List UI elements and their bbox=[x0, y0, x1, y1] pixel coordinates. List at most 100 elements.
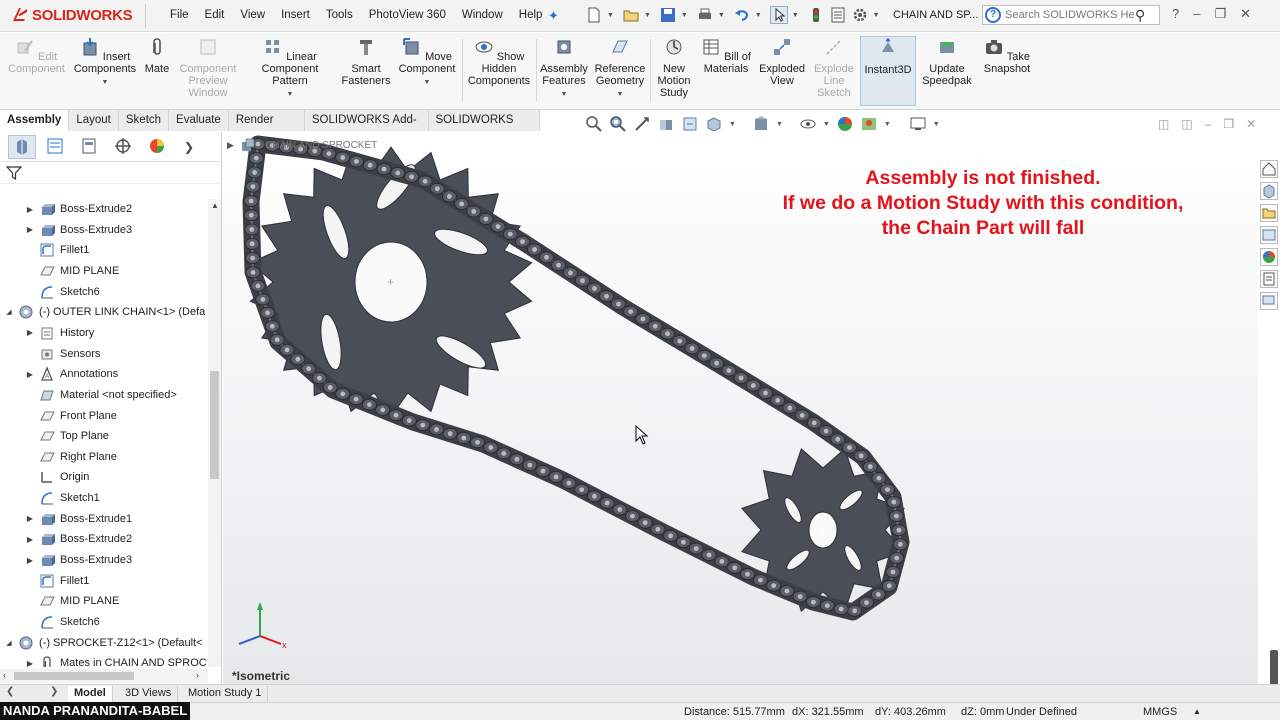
chevron-down-icon[interactable]: ▼ bbox=[873, 12, 880, 19]
print-icon[interactable] bbox=[696, 6, 714, 24]
view-settings-icon[interactable] bbox=[909, 115, 927, 133]
view-orientation-icon[interactable] bbox=[705, 115, 723, 133]
tree-item[interactable]: MID PLANE bbox=[25, 261, 119, 281]
tab-assembly[interactable]: Assembly bbox=[0, 110, 70, 131]
component-preview-window-button[interactable]: Component Preview Window bbox=[178, 37, 238, 99]
scroll-tabs-right-icon[interactable]: ❯ bbox=[50, 686, 58, 697]
show-hidden-components-button[interactable]: Show Hidden Components bbox=[466, 37, 532, 87]
expand-icon[interactable]: ▶ bbox=[25, 535, 35, 544]
rebuild-icon[interactable] bbox=[807, 6, 825, 24]
filter-icon[interactable] bbox=[6, 165, 22, 181]
close-icon[interactable]: ✕ bbox=[1240, 6, 1251, 22]
explode-line-sketch-button[interactable]: Explode Line Sketch bbox=[812, 37, 856, 99]
chevron-down-icon[interactable]: ▼ bbox=[644, 12, 651, 19]
search-input[interactable] bbox=[1005, 9, 1135, 21]
tree-item[interactable]: Sensors bbox=[25, 344, 100, 364]
task-pane-scroll-handle[interactable] bbox=[1270, 650, 1278, 686]
tree-item[interactable]: Fillet1 bbox=[25, 240, 89, 260]
previous-view-icon[interactable] bbox=[633, 115, 651, 133]
tree-item[interactable]: Right Plane bbox=[25, 447, 117, 467]
split-view-icon[interactable]: ◫ bbox=[1158, 117, 1169, 131]
tree-item[interactable]: ▶ Boss-Extrude1 bbox=[25, 509, 132, 529]
menu-photoview[interactable]: PhotoView 360 bbox=[361, 9, 454, 21]
options-gear-icon[interactable] bbox=[851, 6, 869, 24]
scroll-tabs-left-icon[interactable]: ❮ bbox=[6, 686, 14, 697]
menu-help[interactable]: Help bbox=[511, 9, 551, 21]
file-properties-icon[interactable] bbox=[829, 6, 847, 24]
viewport-minimize-icon[interactable]: – bbox=[1205, 117, 1212, 131]
tree-vertical-scrollbar[interactable]: ▲ bbox=[208, 199, 221, 667]
exploded-view-button[interactable]: Exploded View bbox=[756, 37, 808, 87]
select-arrow-icon[interactable] bbox=[769, 6, 788, 24]
reference-geometry-button[interactable]: Reference Geometry ▼ bbox=[592, 37, 648, 101]
tree-item[interactable]: ▶ Boss-Extrude2 bbox=[25, 529, 132, 549]
minimize-icon[interactable]: – bbox=[1193, 6, 1200, 22]
tree-item[interactable]: Origin bbox=[25, 467, 89, 487]
collapse-icon[interactable]: ◢ bbox=[4, 639, 14, 647]
expand-icon[interactable]: ▶ bbox=[25, 556, 35, 565]
menu-window[interactable]: Window bbox=[454, 9, 511, 21]
view-palette-icon[interactable] bbox=[1260, 226, 1278, 244]
display-manager-tab[interactable] bbox=[144, 135, 172, 159]
edit-component-button[interactable]: Edit Component bbox=[8, 37, 65, 75]
expand-icon[interactable]: ▶ bbox=[25, 328, 35, 337]
chevron-down-icon[interactable]: ▼ bbox=[933, 121, 940, 128]
menu-insert[interactable]: Insert bbox=[273, 9, 318, 21]
chevron-down-icon[interactable]: ▼ bbox=[884, 121, 891, 128]
move-component-button[interactable]: Move Component ▼ bbox=[396, 37, 458, 89]
hide-show-items-icon[interactable] bbox=[799, 115, 817, 133]
tree-item[interactable]: ▶ History bbox=[25, 323, 94, 343]
tree-item[interactable]: Top Plane bbox=[25, 426, 109, 446]
configuration-manager-tab[interactable] bbox=[76, 135, 104, 159]
expand-icon[interactable]: ▶ bbox=[25, 205, 35, 214]
viewport-restore-icon[interactable]: ❐ bbox=[1223, 117, 1234, 131]
smart-fasteners-button[interactable]: Smart Fasteners bbox=[340, 37, 392, 87]
tree-item[interactable]: ▶ Boss-Extrude3 bbox=[25, 550, 132, 570]
mate-button[interactable]: Mate bbox=[140, 37, 174, 75]
assembly-features-button[interactable]: Assembly Features ▼ bbox=[540, 37, 588, 101]
dynamic-annotation-icon[interactable] bbox=[681, 115, 699, 133]
chevron-down-icon[interactable]: ▼ bbox=[718, 12, 725, 19]
linear-component-pattern-button[interactable]: Linear Component Pattern ▼ bbox=[244, 37, 336, 101]
tab-evaluate[interactable]: Evaluate bbox=[169, 110, 229, 131]
open-folder-icon[interactable] bbox=[622, 6, 640, 24]
help-icon[interactable]: ? bbox=[1172, 6, 1179, 22]
tree-item[interactable]: ▶ A Annotations bbox=[25, 364, 118, 384]
property-manager-tab[interactable] bbox=[42, 135, 70, 159]
chevron-down-icon[interactable]: ▼ bbox=[776, 121, 783, 128]
appearances-icon[interactable] bbox=[1260, 248, 1278, 266]
zoom-to-fit-icon[interactable] bbox=[585, 115, 603, 133]
solidworks-logo[interactable]: SOLIDWORKS bbox=[10, 4, 133, 26]
tree-item[interactable]: ▶ Mates in CHAIN AND SPROC bbox=[25, 653, 207, 667]
undo-icon[interactable] bbox=[733, 6, 751, 24]
tab-sketch[interactable]: Sketch bbox=[118, 110, 170, 131]
tree-item[interactable]: Sketch6 bbox=[25, 282, 100, 302]
tab-solidworks-addins[interactable]: SOLIDWORKS Add-Ins bbox=[304, 110, 429, 146]
tab-motion-study-1[interactable]: Motion Study 1 bbox=[182, 686, 269, 702]
tab-3d-views[interactable]: 3D Views bbox=[119, 686, 179, 702]
take-snapshot-button[interactable]: Take Snapshot bbox=[980, 37, 1034, 75]
save-icon[interactable] bbox=[659, 6, 677, 24]
tree-item[interactable]: Fillet1 bbox=[25, 571, 89, 591]
tree-item[interactable]: ◢ (-) SPROCKET-Z12<1> (Default< bbox=[4, 633, 203, 653]
menu-edit[interactable]: Edit bbox=[197, 9, 233, 21]
menu-file[interactable]: File bbox=[162, 9, 197, 21]
tree-item[interactable]: Material <not specified> bbox=[25, 385, 177, 405]
solidworks-resources-home-icon[interactable] bbox=[1260, 160, 1278, 178]
chevron-up-icon[interactable]: ▲ bbox=[1193, 707, 1201, 716]
tree-item[interactable]: ▶ Boss-Extrude3 bbox=[25, 220, 132, 240]
tab-layout[interactable]: Layout bbox=[69, 110, 119, 131]
custom-properties-icon[interactable] bbox=[1260, 270, 1278, 288]
insert-components-button[interactable]: Insert Components ▼ bbox=[72, 37, 138, 89]
restore-icon[interactable]: ❐ bbox=[1214, 6, 1226, 22]
chevron-down-icon[interactable]: ▼ bbox=[607, 12, 614, 19]
section-view-icon[interactable] bbox=[657, 115, 675, 133]
chevron-down-icon[interactable]: ▼ bbox=[729, 121, 736, 128]
forum-icon[interactable] bbox=[1260, 292, 1278, 310]
expand-icon[interactable]: ▶ bbox=[25, 659, 35, 667]
tree-item[interactable]: Front Plane bbox=[25, 406, 117, 426]
edit-appearance-icon[interactable] bbox=[836, 115, 854, 133]
viewport-close-icon[interactable]: ✕ bbox=[1246, 117, 1256, 131]
feature-manager-tab[interactable] bbox=[8, 134, 36, 159]
display-style-icon[interactable] bbox=[752, 115, 770, 133]
